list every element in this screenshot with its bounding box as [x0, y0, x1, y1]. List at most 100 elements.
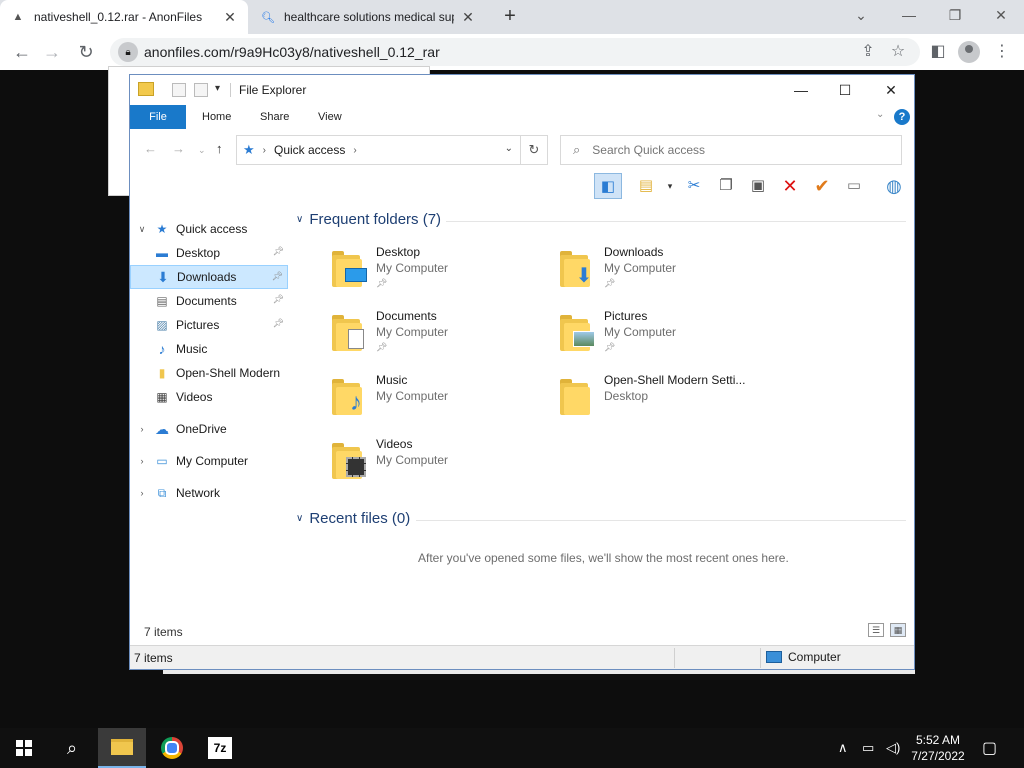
refresh-button[interactable]: ↻: [520, 135, 548, 165]
close-window-button[interactable]: ✕: [978, 0, 1024, 30]
tab-file[interactable]: File: [130, 105, 186, 129]
sidebar-item-videos[interactable]: ▦ Videos: [130, 385, 288, 409]
clock[interactable]: 5:52 AM 7/27/2022: [906, 732, 970, 764]
network-tray-icon[interactable]: ▭: [862, 728, 874, 768]
sidebar-item-music[interactable]: ♪ Music: [130, 337, 288, 361]
delete-icon[interactable]: ✕: [776, 173, 804, 199]
tab-anonfiles[interactable]: ▲ nativeshell_0.12.rar - AnonFiles ✕: [0, 0, 248, 34]
group-collapse-icon[interactable]: ∨: [296, 513, 303, 524]
folder-icon: [330, 313, 368, 351]
bookmark-star-icon[interactable]: ☆: [886, 40, 910, 64]
explorer-minimize-button[interactable]: —: [778, 75, 824, 105]
folder-tile-pictures[interactable]: Pictures My Computer 📌︎: [558, 309, 780, 365]
search-input[interactable]: [592, 143, 873, 157]
tab-view[interactable]: View: [304, 105, 356, 129]
details-view-icon[interactable]: ☰: [868, 623, 884, 637]
expand-chevron-icon[interactable]: ›: [136, 424, 148, 434]
explorer-address-bar[interactable]: ★ › Quick access › ⌄: [236, 135, 548, 165]
share-icon[interactable]: ⇪: [856, 40, 880, 64]
volume-icon[interactable]: ◁): [886, 728, 900, 768]
breadcrumb-chevron-icon[interactable]: ›: [263, 145, 266, 156]
nav-quick-access[interactable]: ∨ ★ Quick access: [130, 217, 288, 241]
start-button[interactable]: [0, 728, 48, 768]
search-button[interactable]: ⌕: [48, 728, 96, 768]
search-box[interactable]: ⌕: [560, 135, 902, 165]
cloud-icon: ☁: [155, 420, 169, 437]
qat-dropdown-icon[interactable]: ▾: [215, 83, 220, 94]
select-all-check-icon[interactable]: ✔: [808, 173, 836, 199]
up-arrow-icon[interactable]: ↑: [216, 141, 223, 156]
forward-button[interactable]: →: [40, 40, 64, 64]
tab-home[interactable]: Home: [188, 105, 245, 129]
properties-qat-icon[interactable]: [172, 83, 186, 97]
navigation-pane: ∨ ★ Quick access ▬ Desktop 📌︎ ⬇ Download…: [130, 211, 288, 611]
lock-icon[interactable]: 🔒︎: [118, 42, 138, 62]
minimize-button[interactable]: —: [886, 0, 932, 30]
recent-files-header[interactable]: ∨ Recent files (0): [296, 510, 410, 527]
sidebar-item-pictures[interactable]: ▨ Pictures 📌︎: [130, 313, 288, 337]
quick-access-star-icon: ★: [243, 142, 255, 157]
close-tab-icon[interactable]: ✕: [460, 9, 476, 25]
recent-locations-icon[interactable]: ⌄: [198, 145, 206, 156]
breadcrumb-chevron-icon[interactable]: ›: [353, 145, 356, 156]
menu-dots-icon[interactable]: ⋮: [990, 40, 1014, 64]
frequent-folders-header[interactable]: ∨ Frequent folders (7): [296, 211, 441, 228]
folder-tile-downloads[interactable]: ⬇ Downloads My Computer 📌︎: [558, 245, 780, 301]
expand-chevron-icon[interactable]: ›: [136, 456, 148, 466]
address-bar[interactable]: 🔒︎ anonfiles.com/r9a9Hc03y8/nativeshell_…: [110, 38, 920, 66]
tab-share[interactable]: Share: [246, 105, 303, 129]
reload-button[interactable]: ↻: [74, 40, 98, 64]
notifications-icon[interactable]: ▢: [982, 728, 997, 768]
sidebar-item-downloads[interactable]: ⬇ Downloads 📌︎: [130, 265, 288, 289]
ribbon-expand-icon[interactable]: ⌄: [876, 109, 884, 120]
folder-tile-music[interactable]: ♪ Music My Computer: [330, 373, 552, 429]
restore-button[interactable]: ❐: [932, 0, 978, 30]
nav-label: Desktop: [176, 246, 221, 260]
tab-search[interactable]: 🔍︎ healthcare solutions medical sup ✕: [250, 0, 486, 34]
nav-network[interactable]: › ⧉ Network: [130, 481, 288, 505]
content-area: ∨ Frequent folders (7) Desktop My Comput…: [290, 205, 910, 605]
cut-icon[interactable]: ✂: [680, 173, 708, 199]
address-dropdown-icon[interactable]: ⌄: [505, 143, 513, 154]
explorer-back-icon[interactable]: ←: [144, 141, 157, 156]
folder-tile-open-shell[interactable]: Open-Shell Modern Setti... Desktop: [558, 373, 780, 429]
folder-icon: ⬇: [558, 249, 596, 287]
help-icon[interactable]: ?: [894, 109, 910, 125]
taskbar-file-explorer[interactable]: [98, 728, 146, 768]
chrome-icon: [161, 737, 183, 759]
back-button[interactable]: ←: [10, 40, 34, 64]
explorer-app-icon[interactable]: [138, 82, 154, 96]
sidebar-item-documents[interactable]: ▤ Documents 📌︎: [130, 289, 288, 313]
sidebar-item-open-shell[interactable]: ▮ Open-Shell Modern: [130, 361, 288, 385]
open-shell-icon[interactable]: ◍: [880, 173, 908, 199]
explorer-forward-icon[interactable]: →: [172, 141, 185, 156]
tiles-view-icon[interactable]: ▦: [890, 623, 906, 637]
expand-chevron-icon[interactable]: ›: [136, 488, 148, 498]
show-hidden-icons-button[interactable]: ∧: [838, 728, 848, 768]
rename-icon[interactable]: ▭: [840, 173, 868, 199]
profile-avatar[interactable]: [958, 41, 980, 63]
explorer-close-button[interactable]: ✕: [868, 75, 914, 105]
folder-tile-documents[interactable]: Documents My Computer 📌︎: [330, 309, 552, 365]
sidebar-item-desktop[interactable]: ▬ Desktop 📌︎: [130, 241, 288, 265]
nav-my-computer[interactable]: › ▭ My Computer: [130, 449, 288, 473]
explorer-maximize-button[interactable]: ☐: [822, 75, 868, 105]
new-folder-qat-icon[interactable]: [194, 83, 208, 97]
navigation-pane-icon[interactable]: ◧: [594, 173, 622, 199]
collapse-chevron-icon[interactable]: ∨: [136, 224, 148, 235]
taskbar-chrome[interactable]: [148, 728, 196, 768]
side-panel-icon[interactable]: ◧: [926, 40, 950, 64]
group-collapse-icon[interactable]: ∨: [296, 214, 303, 225]
folder-tile-desktop[interactable]: Desktop My Computer 📌︎: [330, 245, 552, 301]
items-count: 7 items: [144, 625, 183, 639]
paste-icon[interactable]: ▣: [744, 173, 772, 199]
nav-onedrive[interactable]: › ☁ OneDrive: [130, 417, 288, 441]
folder-tile-videos[interactable]: Videos My Computer: [330, 437, 552, 493]
taskbar-7zip[interactable]: 7z: [196, 728, 244, 768]
new-tab-button[interactable]: +: [498, 5, 522, 29]
breadcrumb-location[interactable]: Quick access: [274, 143, 345, 157]
close-tab-icon[interactable]: ✕: [222, 9, 238, 25]
explorer-titlebar: ▾ File Explorer — ☐ ✕: [130, 75, 914, 105]
tab-search-dropdown-icon[interactable]: ⌄: [838, 0, 884, 30]
copy-icon[interactable]: ❐: [712, 173, 740, 199]
